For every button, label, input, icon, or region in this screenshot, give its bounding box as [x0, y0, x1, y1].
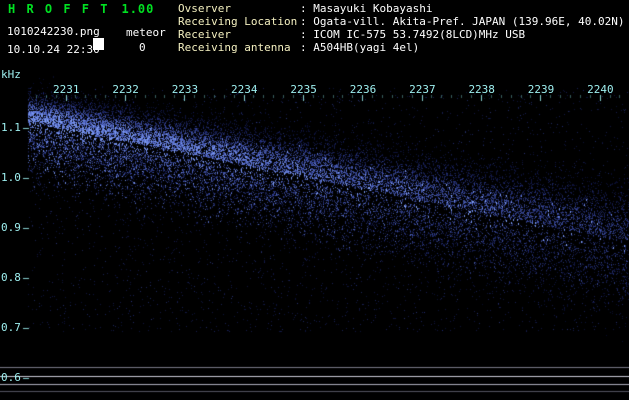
freq-tick-label: 1.1: [1, 121, 21, 134]
info-label-antenna: Receiving antenna: [178, 41, 291, 54]
hrofft-window: H R O F F T 1.00 1010242230.png meteor 0 …: [0, 0, 629, 400]
time-tick-label: 2236: [349, 83, 377, 96]
meteor-label: meteor: [126, 26, 166, 39]
observer-info-block: Ovserver : Masayuki Kobayashi Receiving L…: [178, 2, 625, 54]
time-tick-label: 2232: [112, 83, 139, 96]
app-title: H R O F F T 1.00: [8, 2, 154, 16]
freq-tick-label: 0.8: [1, 271, 21, 284]
freq-axis-unit: kHz: [1, 68, 21, 81]
info-label-receiver: Receiver: [178, 28, 231, 41]
app-title-text: H R O F F T: [8, 2, 110, 16]
output-filename: 1010242230.png: [7, 25, 100, 38]
time-tick-label: 2233: [171, 83, 199, 96]
time-tick-label: 2238: [468, 83, 495, 96]
text-overlay: H R O F F T 1.00 1010242230.png meteor 0 …: [0, 0, 629, 400]
info-row-receiver: Receiver : ICOM IC-575 53.7492(8LCD)MHz U…: [178, 28, 625, 41]
time-tick-label: 2240: [587, 83, 614, 96]
freq-tick-label: 0.7: [1, 321, 21, 334]
freq-tick-label: 1.0: [1, 171, 21, 184]
info-label-observer: Ovserver: [178, 2, 231, 15]
time-tick-label: 2237: [409, 83, 436, 96]
info-label-location: Receiving Location: [178, 15, 298, 28]
meteor-count: 0: [139, 41, 146, 54]
freq-tick-label: 0.9: [1, 221, 21, 234]
info-row-location: Receiving Location: Ogata-vill. Akita-Pr…: [178, 15, 625, 28]
info-value-observer: : Masayuki Kobayashi: [300, 2, 433, 15]
info-row-observer: Ovserver : Masayuki Kobayashi: [178, 2, 625, 15]
app-version: 1.00: [121, 2, 155, 16]
time-tick-label: 2235: [290, 83, 317, 96]
timestamp: 10.10.24 22:30: [7, 43, 100, 56]
time-tick-label: 2234: [231, 83, 258, 96]
time-tick-label: 2239: [527, 83, 555, 96]
info-row-antenna: Receiving antenna : A504HB(yagi 4el): [178, 41, 625, 54]
info-value-receiver: : ICOM IC-575 53.7492(8LCD)MHz USB: [300, 28, 526, 41]
info-value-location: : Ogata-vill. Akita-Pref. JAPAN (139.96E…: [300, 15, 625, 28]
info-value-antenna: : A504HB(yagi 4el): [300, 41, 420, 54]
freq-tick-label: 0.6: [1, 371, 21, 384]
time-tick-label: 2231: [53, 83, 80, 96]
